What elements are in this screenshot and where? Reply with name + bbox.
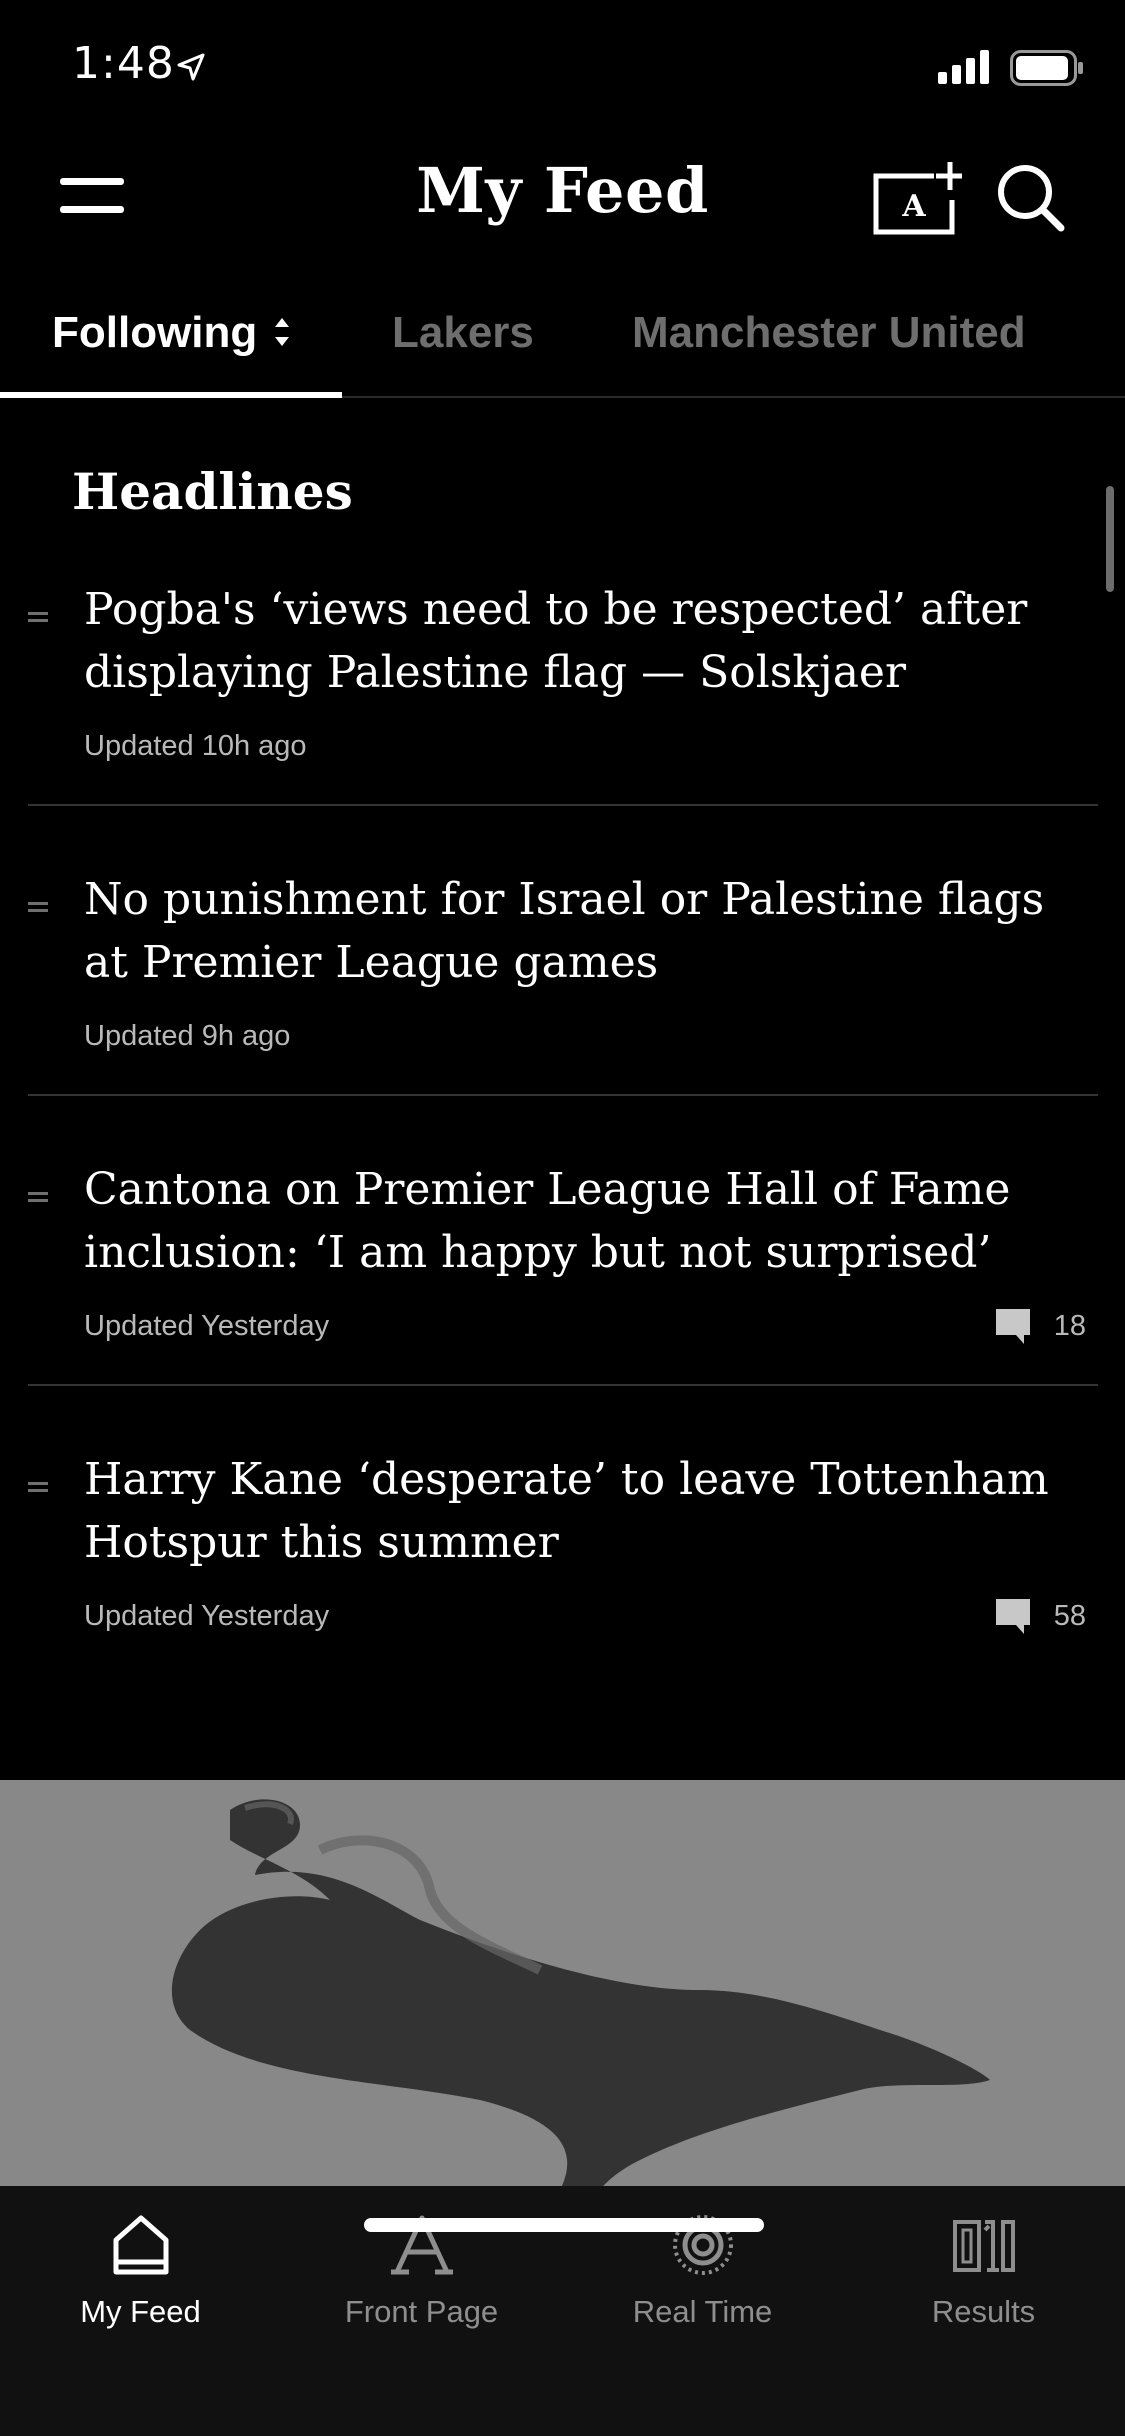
article-updated: Updated Yesterday [84,1310,330,1342]
app-header: My Feed A [0,140,1125,250]
add-team-letter: A [901,189,926,224]
article-item[interactable]: Cantona on Premier League Hall of Fame i… [28,1158,1098,1448]
search-icon[interactable] [995,162,1065,232]
section-title: Headlines [72,462,353,521]
article-updated: Updated 9h ago [84,1020,291,1052]
comments-link[interactable]: 18 [994,1306,1086,1346]
active-tab-indicator [0,392,342,398]
nav-results[interactable]: Results [843,2186,1124,2386]
article-headline[interactable]: No punishment for Israel or Palestine fl… [84,868,1084,994]
cellular-signal-icon [938,50,989,84]
divider [28,804,1098,806]
article-item[interactable]: No punishment for Israel or Palestine fl… [28,868,1098,1158]
article-updated: Updated 10h ago [84,730,307,762]
feed-tabs: Following Lakers Manchester United [0,290,1125,398]
nav-label: Front Page [344,2294,499,2329]
nav-label: Results [931,2294,1036,2329]
results-icon [953,2220,1015,2272]
nav-my-feed[interactable]: My Feed [0,2186,281,2386]
divider [28,1094,1098,1096]
tab-following-label: Following [52,308,258,357]
list-bullet-icon [28,902,48,920]
comment-count: 58 [1053,1599,1086,1632]
tab-manchester-united[interactable]: Manchester United [632,290,1026,396]
club-crest-image [0,1780,1125,2190]
comments-link[interactable]: 58 [994,1596,1086,1636]
article-headline[interactable]: Pogba's ‘views need to be respected’ aft… [84,578,1084,704]
nav-label: Real Time [632,2294,773,2329]
nav-label: My Feed [80,2294,201,2329]
article-headline[interactable]: Cantona on Premier League Hall of Fame i… [84,1158,1084,1284]
comment-count: 18 [1053,1309,1086,1342]
article-item[interactable]: Harry Kane ‘desperate’ to leave Tottenha… [28,1448,1098,1738]
add-team-icon[interactable]: A [872,160,962,236]
article-headline[interactable]: Harry Kane ‘desperate’ to leave Tottenha… [84,1448,1084,1574]
list-bullet-icon [28,1482,48,1500]
home-indicator [364,2218,764,2232]
nav-real-time[interactable]: Real Time [562,2186,843,2386]
list-bullet-icon [28,612,48,630]
home-icon [113,2215,169,2275]
comment-icon [995,1599,1030,1634]
location-arrow-icon [177,53,205,81]
divider [28,1384,1098,1386]
sort-arrows-icon [275,318,289,346]
nav-front-page[interactable]: Front Page [281,2186,562,2386]
article-item[interactable]: Pogba's ‘views need to be respected’ aft… [28,578,1098,868]
scrollbar[interactable] [1106,486,1114,592]
status-time: 1:48 [72,38,175,89]
comment-icon [995,1309,1030,1344]
status-bar: 1:48 [0,0,1125,140]
list-bullet-icon [28,1192,48,1210]
my-feed-screen: 1:48 My Feed A Following Lakers Manchest… [0,0,1125,2436]
article-updated: Updated Yesterday [84,1600,330,1632]
battery-icon [1010,50,1083,86]
tab-lakers[interactable]: Lakers [392,290,534,396]
tab-following[interactable]: Following [0,290,342,398]
promo-image[interactable] [0,1780,1125,2190]
